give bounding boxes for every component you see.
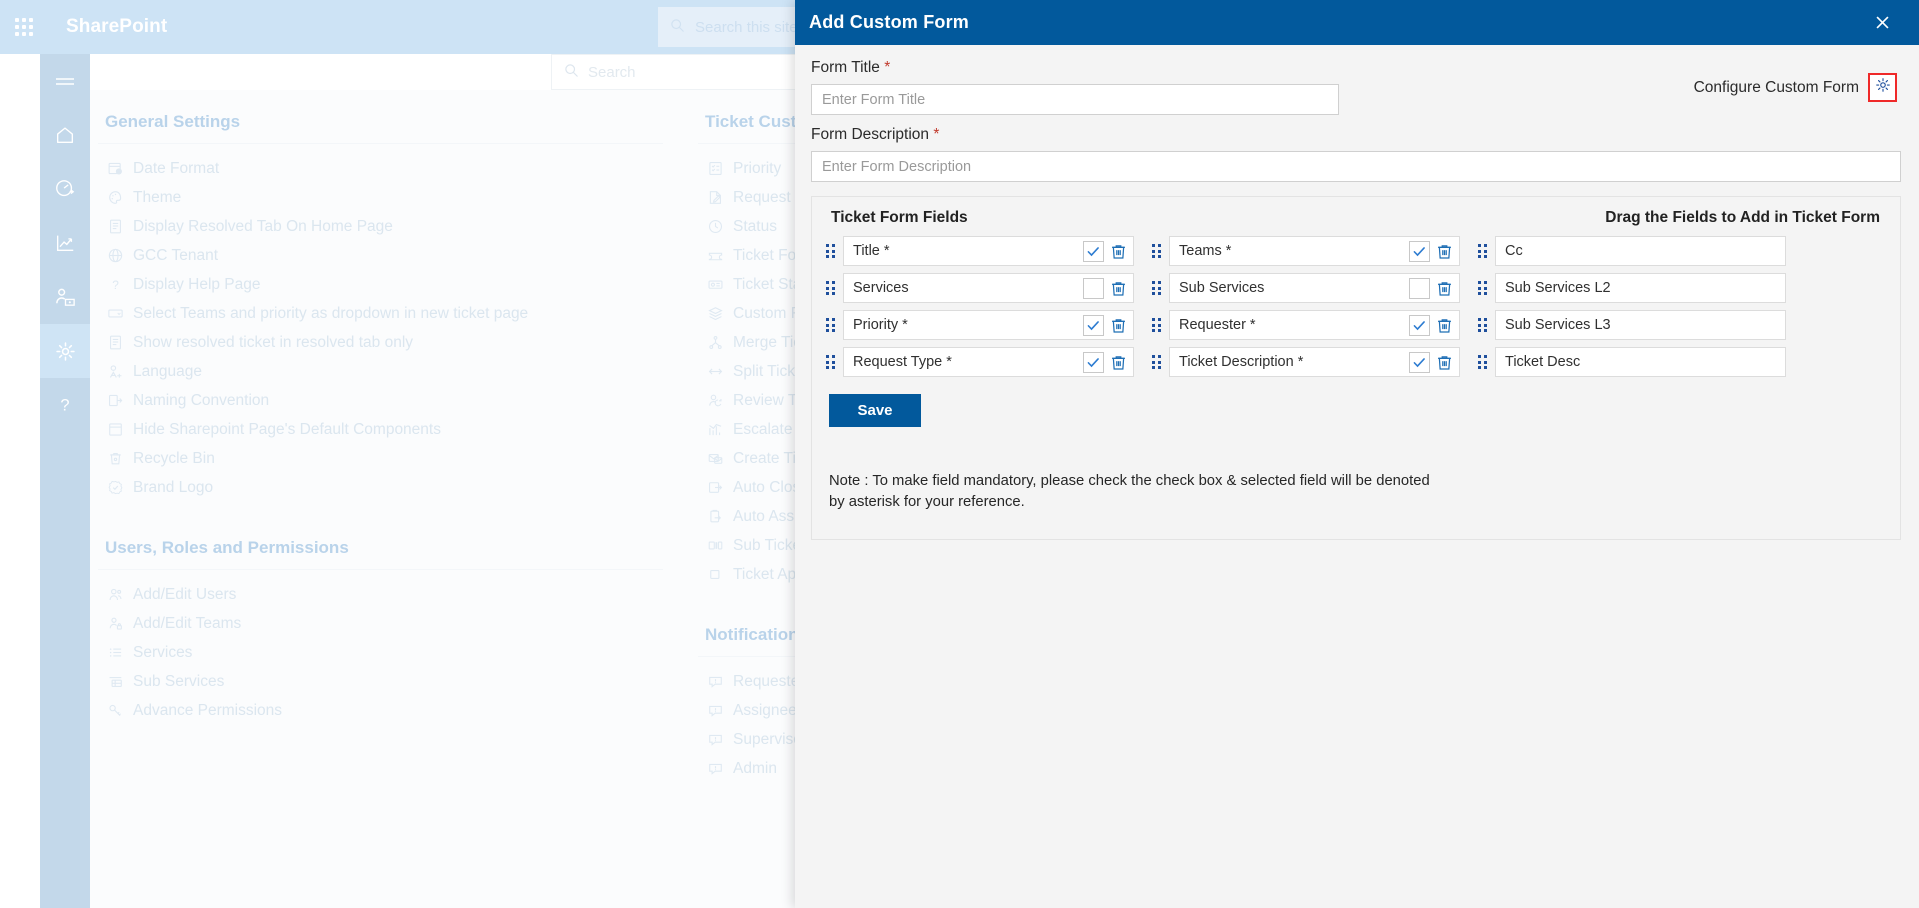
form-field-label: Ticket Description * (1179, 354, 1304, 370)
drag-handle-icon[interactable] (1152, 355, 1163, 369)
gear-icon (1874, 76, 1892, 99)
form-field-box[interactable]: Ticket Description * (1169, 347, 1460, 377)
mandatory-checkbox[interactable] (1083, 277, 1104, 299)
drag-handle-icon[interactable] (826, 318, 837, 332)
drag-handle-icon[interactable] (1478, 281, 1489, 295)
form-field-box[interactable]: Services (843, 273, 1134, 303)
drag-fields-heading: Drag the Fields to Add in Ticket Form (1605, 209, 1880, 226)
delete-field-icon[interactable] (1109, 316, 1128, 335)
form-field-row-middle[interactable]: Teams * (1152, 236, 1460, 266)
delete-field-icon[interactable] (1435, 316, 1454, 335)
dialog-title: Add Custom Form (809, 12, 969, 32)
mandatory-checkbox[interactable] (1409, 240, 1430, 262)
form-field-label: Services (853, 280, 909, 296)
form-title-placeholder: Enter Form Title (822, 91, 926, 108)
form-field-row-right[interactable]: Sub Services L2 (1478, 273, 1786, 303)
drag-handle-icon[interactable] (826, 355, 837, 369)
form-field-label: Sub Services L2 (1505, 280, 1611, 296)
close-icon[interactable] (1867, 0, 1897, 45)
form-field-controls (1409, 351, 1454, 373)
configure-gear-button[interactable] (1868, 73, 1897, 102)
form-field-box[interactable]: Sub Services L3 (1495, 310, 1786, 340)
mandatory-checkbox[interactable] (1409, 314, 1430, 336)
form-field-controls (1409, 277, 1454, 299)
delete-field-icon[interactable] (1109, 279, 1128, 298)
form-title-input[interactable]: Enter Form Title (811, 84, 1339, 115)
form-field-controls (1409, 314, 1454, 336)
drag-handle-icon[interactable] (1478, 355, 1489, 369)
form-field-label: Teams * (1179, 243, 1232, 259)
form-field-controls (1083, 240, 1128, 262)
required-marker: * (884, 59, 891, 76)
form-field-label: Requester * (1179, 317, 1256, 333)
save-button[interactable]: Save (829, 394, 921, 427)
delete-field-icon[interactable] (1435, 242, 1454, 261)
form-title-row: Form Title * Enter Form Title Configure … (811, 59, 1903, 115)
form-field-box[interactable]: Requester * (1169, 310, 1460, 340)
drag-handle-icon[interactable] (1152, 244, 1163, 258)
form-field-controls (1083, 351, 1128, 373)
configure-custom-form-control: Configure Custom Form (1694, 59, 1903, 102)
form-field-row-left[interactable]: Priority * (826, 310, 1134, 340)
form-field-label: Ticket Desc (1505, 354, 1581, 370)
form-field-box[interactable]: Ticket Desc (1495, 347, 1786, 377)
mandatory-checkbox[interactable] (1083, 240, 1104, 262)
delete-field-icon[interactable] (1109, 353, 1128, 372)
form-field-row-middle[interactable]: Requester * (1152, 310, 1460, 340)
form-field-label: Sub Services L3 (1505, 317, 1611, 333)
form-field-row-right[interactable]: Ticket Desc (1478, 347, 1786, 377)
drag-handle-icon[interactable] (1152, 281, 1163, 295)
mandatory-field-note: Note : To make field mandatory, please c… (829, 473, 1430, 510)
panel-headings: Ticket Form Fields Drag the Fields to Ad… (826, 209, 1886, 227)
form-field-box[interactable]: Sub Services (1169, 273, 1460, 303)
required-marker: * (933, 126, 940, 143)
form-field-box[interactable]: Priority * (843, 310, 1134, 340)
form-field-controls (1083, 314, 1128, 336)
mandatory-checkbox[interactable] (1409, 277, 1430, 299)
form-field-row-left[interactable]: Request Type * (826, 347, 1134, 377)
fields-grid: Title * Teams * Cc Services Sub Services Sub … (826, 236, 1886, 377)
drag-handle-icon[interactable] (1152, 318, 1163, 332)
mandatory-checkbox[interactable] (1083, 314, 1104, 336)
form-description-input[interactable]: Enter Form Description (811, 151, 1901, 182)
form-description-label: Form Description * (811, 126, 940, 143)
form-field-box[interactable]: Cc (1495, 236, 1786, 266)
configure-custom-form-label: Configure Custom Form (1693, 78, 1859, 96)
form-field-row-middle[interactable]: Ticket Description * (1152, 347, 1460, 377)
form-field-label: Priority * (853, 317, 908, 333)
form-field-label: Request Type * (853, 354, 952, 370)
form-field-controls (1409, 240, 1454, 262)
ticket-form-fields-panel: Ticket Form Fields Drag the Fields to Ad… (811, 196, 1901, 540)
form-field-label: Cc (1505, 243, 1523, 259)
delete-field-icon[interactable] (1109, 242, 1128, 261)
drag-handle-icon[interactable] (1478, 244, 1489, 258)
form-field-row-left[interactable]: Services (826, 273, 1134, 303)
form-field-box[interactable]: Title * (843, 236, 1134, 266)
form-field-controls (1083, 277, 1128, 299)
mandatory-checkbox[interactable] (1409, 351, 1430, 373)
ticket-form-fields-heading: Ticket Form Fields (831, 209, 968, 226)
drag-handle-icon[interactable] (826, 244, 837, 258)
mandatory-checkbox[interactable] (1083, 351, 1104, 373)
form-field-label: Title * (853, 243, 890, 259)
form-field-row-right[interactable]: Sub Services L3 (1478, 310, 1786, 340)
form-field-row-middle[interactable]: Sub Services (1152, 273, 1460, 303)
dialog-body: Form Title * Enter Form Title Configure … (795, 45, 1919, 908)
form-description-row: Form Description * Enter Form Descriptio… (811, 126, 1903, 182)
form-title-label: Form Title * (811, 59, 891, 76)
form-field-box[interactable]: Request Type * (843, 347, 1134, 377)
drag-handle-icon[interactable] (1478, 318, 1489, 332)
form-field-box[interactable]: Teams * (1169, 236, 1460, 266)
drag-handle-icon[interactable] (826, 281, 837, 295)
form-field-row-right[interactable]: Cc (1478, 236, 1786, 266)
dialog-header: Add Custom Form (795, 0, 1919, 45)
form-field-box[interactable]: Sub Services L2 (1495, 273, 1786, 303)
add-custom-form-dialog: Add Custom Form Form Title * Enter Form … (795, 0, 1919, 908)
form-field-label: Sub Services (1179, 280, 1265, 296)
delete-field-icon[interactable] (1435, 353, 1454, 372)
delete-field-icon[interactable] (1435, 279, 1454, 298)
form-field-row-left[interactable]: Title * (826, 236, 1134, 266)
form-description-placeholder: Enter Form Description (822, 158, 972, 175)
